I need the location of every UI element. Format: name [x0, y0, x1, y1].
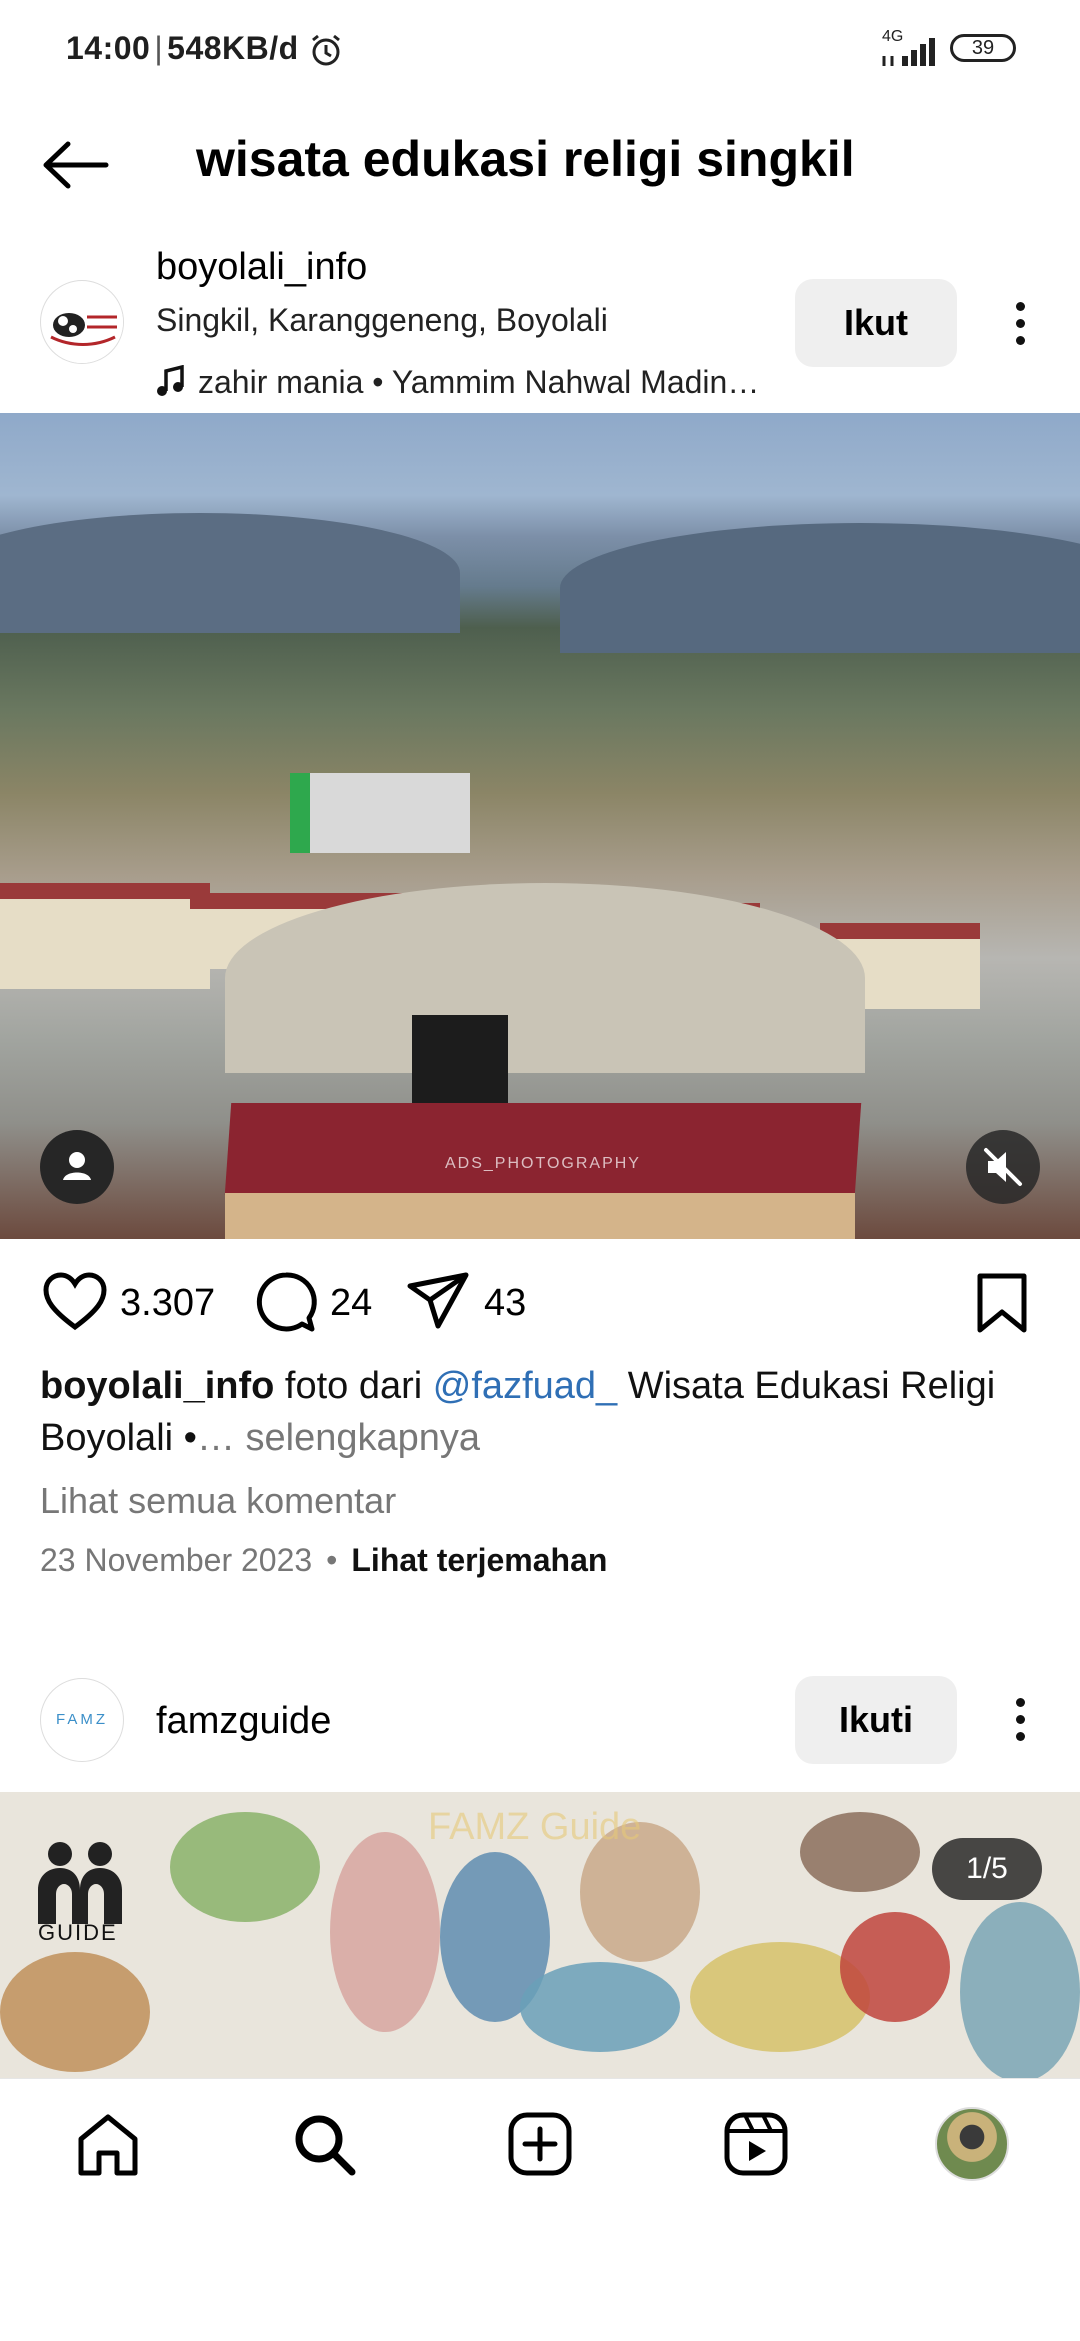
status-time: 14:00 | 548KB/d [66, 30, 299, 66]
like-count[interactable]: 3.307 [120, 1282, 215, 1325]
bottom-nav [0, 2078, 1080, 2341]
bookmark-icon[interactable] [974, 1272, 1030, 1334]
signal-icon: 4G [880, 28, 942, 68]
more-icon-2[interactable] [1000, 1690, 1040, 1750]
post-photo[interactable]: ADS_PHOTOGRAPHY [0, 413, 1080, 1239]
share-count[interactable]: 43 [484, 1282, 526, 1325]
carousel-counter: 1/5 [932, 1838, 1042, 1900]
status-bar: 14:00 | 548KB/d 4G 39 [0, 0, 1080, 100]
translate-link[interactable]: Lihat terjemahan [351, 1542, 607, 1578]
post2-avatar[interactable]: FAMZ [40, 1678, 124, 1762]
caption-username[interactable]: boyolali_info [40, 1365, 274, 1407]
see-more-link[interactable]: … selengkapnya [197, 1417, 480, 1459]
back-arrow-icon[interactable] [40, 140, 110, 190]
user-tag-icon[interactable] [40, 1130, 114, 1204]
post-caption: boyolali_info foto dari @fazfuad_ Wisata… [40, 1365, 996, 1459]
add-post-icon[interactable] [505, 2109, 575, 2179]
caption-mention[interactable]: @fazfuad_ [433, 1365, 617, 1407]
profile-avatar[interactable] [935, 2107, 1009, 2181]
page-title: wisata edukasi religi singkil [196, 131, 855, 187]
photo2-watermark: FAMZ Guide [428, 1806, 642, 1848]
home-icon[interactable] [73, 2109, 143, 2179]
post-actions: 3.307 24 43 [0, 1262, 1080, 1342]
search-icon[interactable] [289, 2109, 359, 2179]
battery-indicator: 39 [950, 34, 1016, 62]
view-all-comments[interactable]: Lihat semua komentar [40, 1480, 396, 1522]
post-username[interactable]: boyolali_info [156, 246, 367, 289]
post-music[interactable]: zahir mania • Yammim Nahwal Madin… [156, 364, 759, 401]
follow-button-2[interactable]: Ikuti [795, 1676, 957, 1764]
share-icon[interactable] [406, 1270, 470, 1334]
post2-photo[interactable]: FAMZ Guide GUIDE [0, 1792, 1080, 2078]
top-header: wisata edukasi religi singkil [0, 110, 1080, 210]
photo-watermark: ADS_PHOTOGRAPHY [445, 1155, 641, 1172]
comment-count[interactable]: 24 [330, 1282, 372, 1325]
post-date-line: 23 November 2023 • Lihat terjemahan [40, 1542, 608, 1578]
comment-icon[interactable] [254, 1270, 318, 1334]
heart-icon[interactable] [42, 1272, 108, 1332]
reels-icon[interactable] [721, 2109, 791, 2179]
music-note-icon [157, 364, 184, 396]
mute-icon[interactable] [966, 1130, 1040, 1204]
more-icon[interactable] [1000, 294, 1040, 354]
post2-username[interactable]: famzguide [156, 1700, 331, 1743]
post-date: 23 November 2023 [40, 1542, 313, 1578]
follow-button[interactable]: Ikut [795, 279, 957, 367]
post-avatar[interactable] [40, 280, 124, 364]
post-location[interactable]: Singkil, Karanggeneng, Boyolali [156, 302, 608, 339]
logo-text: GUIDE [38, 1920, 118, 1945]
alarm-icon [312, 34, 340, 66]
